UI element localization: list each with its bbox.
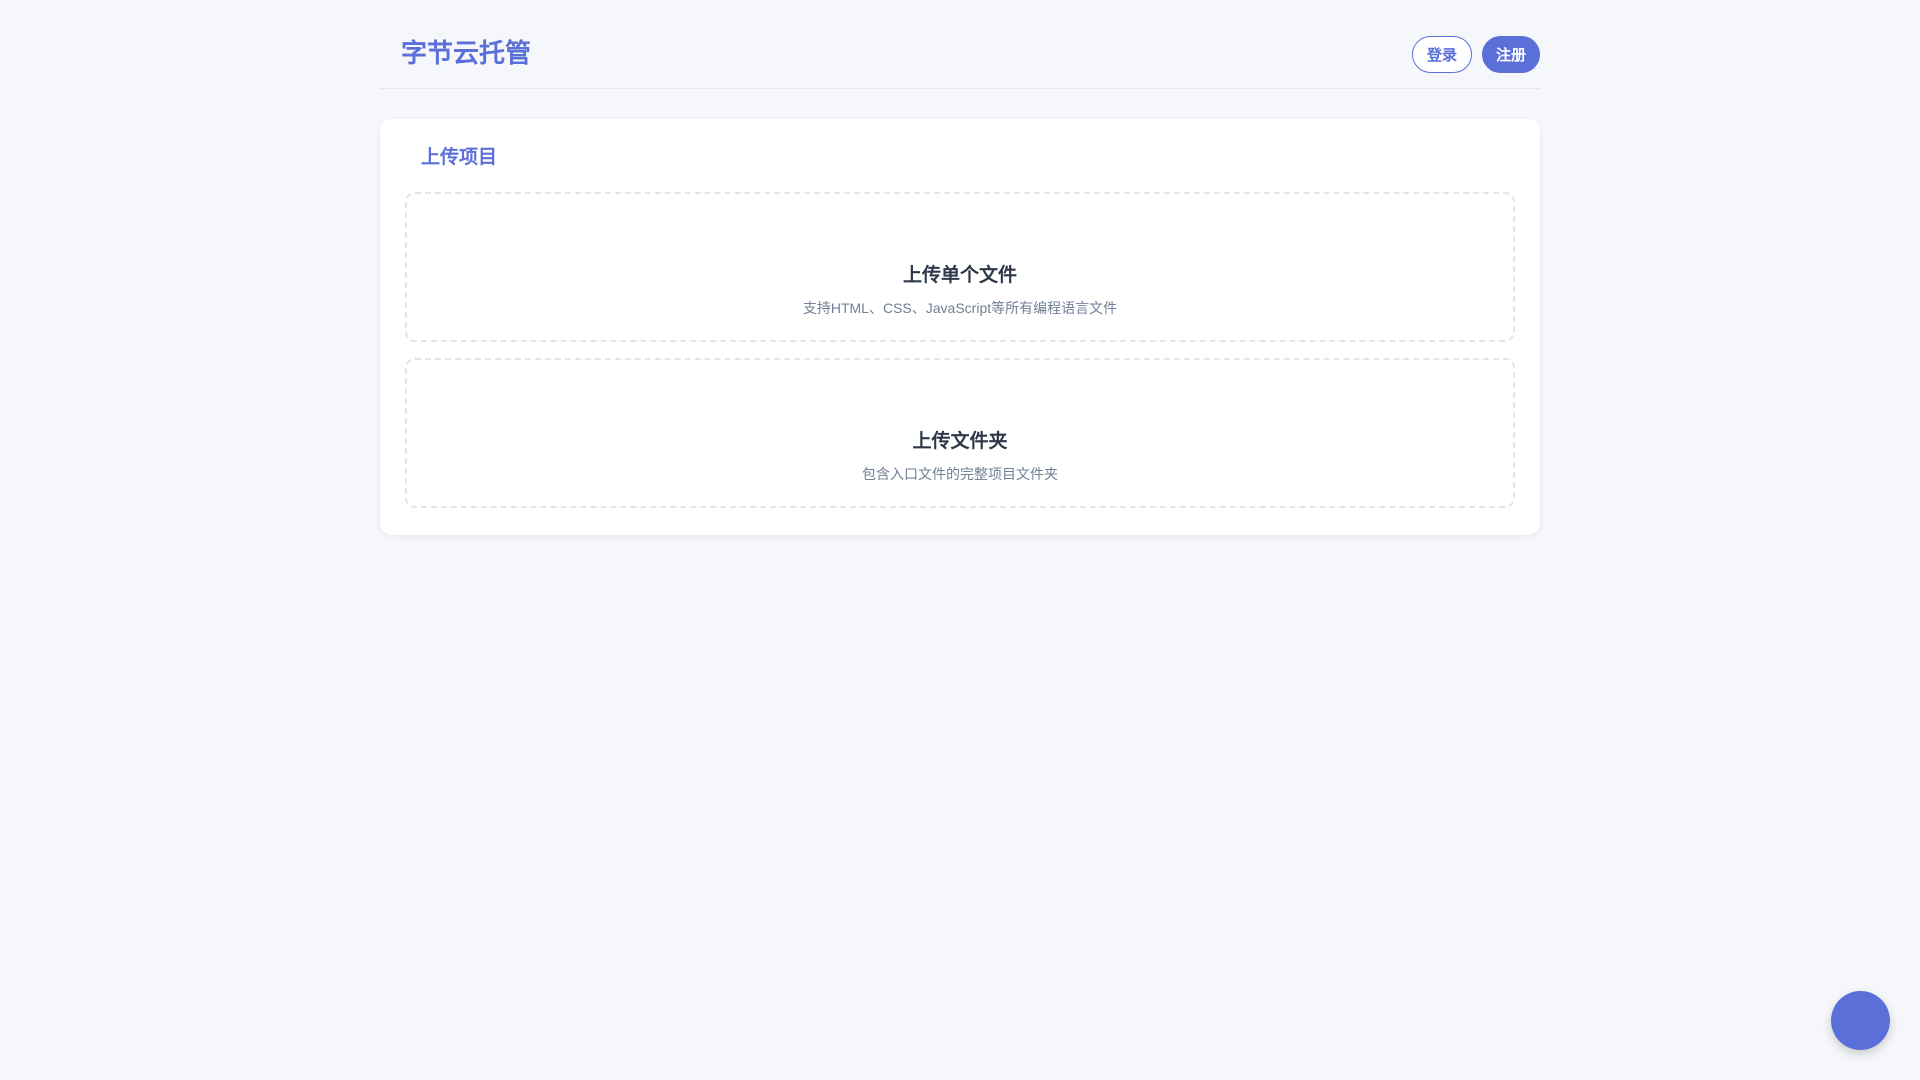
register-button[interactable]: 注册 [1482,36,1540,73]
upload-folder-description: 包含入口文件的完整项目文件夹 [862,466,1058,482]
main-container: 字节云托管 登录 注册 上传项目 上传单个文件 支持HTML、CSS、JavaS… [380,0,1540,535]
login-button[interactable]: 登录 [1412,36,1472,73]
upload-folder-title: 上传文件夹 [912,431,1008,452]
header: 字节云托管 登录 注册 [380,0,1540,89]
upload-card-title: 上传项目 [421,147,498,168]
upload-folder-dropzone[interactable]: 上传文件夹 包含入口文件的完整项目文件夹 [405,358,1515,508]
upload-file-dropzone[interactable]: 上传单个文件 支持HTML、CSS、JavaScript等所有编程语言文件 [405,192,1515,342]
upload-file-description: 支持HTML、CSS、JavaScript等所有编程语言文件 [802,300,1118,316]
logo[interactable]: 字节云托管 [401,36,531,70]
auth-buttons: 登录 注册 [1412,36,1540,73]
upload-file-title: 上传单个文件 [902,265,1017,286]
floating-action-button[interactable] [1831,991,1890,1050]
upload-card: 上传项目 上传单个文件 支持HTML、CSS、JavaScript等所有编程语言… [380,119,1540,535]
